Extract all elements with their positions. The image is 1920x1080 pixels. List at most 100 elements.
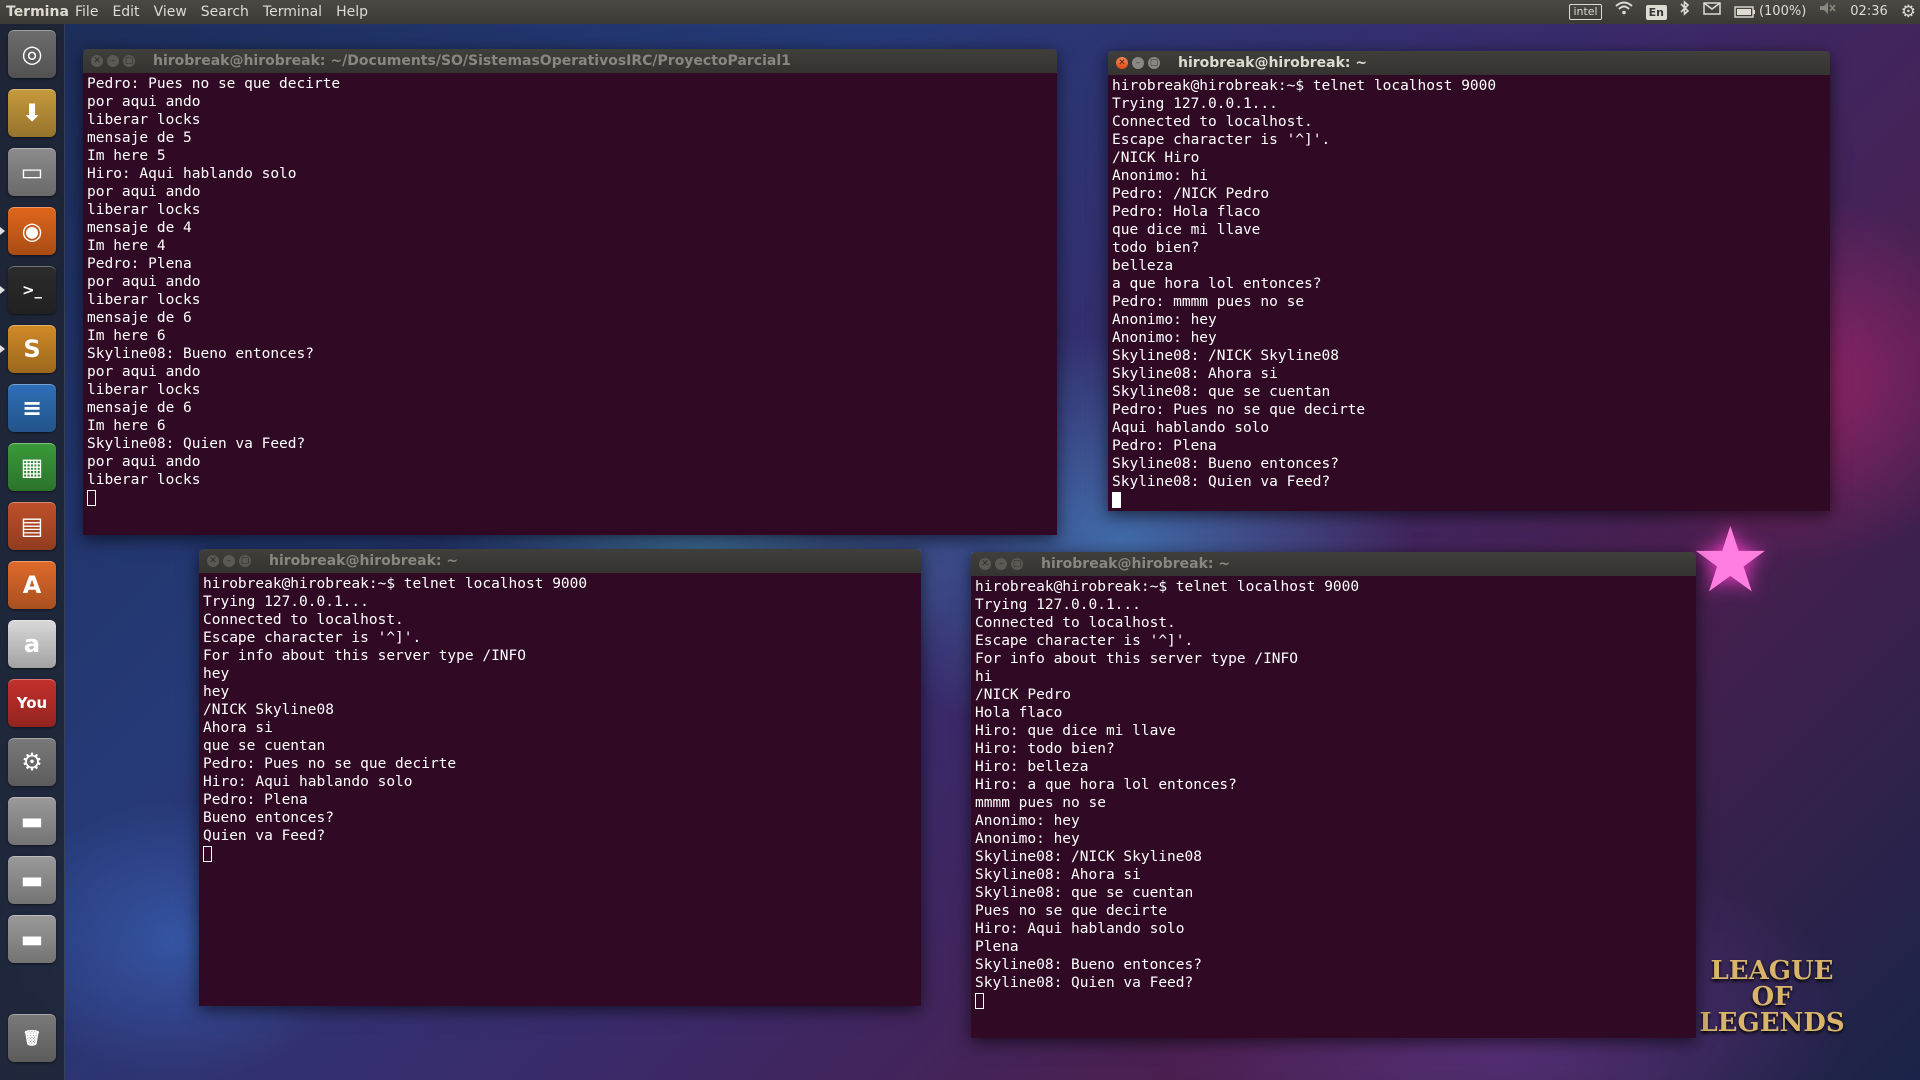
menu-file[interactable]: File — [68, 0, 105, 24]
system-settings-icon[interactable]: ⚙ — [8, 738, 56, 786]
terminal-window-server[interactable]: ✕ – ▢ hirobreak@hirobreak: ~/Documents/S… — [83, 49, 1057, 535]
minimize-icon[interactable]: – — [995, 558, 1007, 570]
maximize-icon[interactable]: ▢ — [1011, 558, 1023, 570]
terminal-icon[interactable]: >_ — [8, 266, 56, 314]
terminal-line: mensaje de 4 — [87, 220, 192, 236]
bluetooth-icon[interactable] — [1680, 0, 1690, 25]
menu-search[interactable]: Search — [194, 0, 256, 24]
terminal-line: por aqui ando — [87, 94, 201, 110]
terminal-line: Aqui hablando solo — [1112, 420, 1270, 436]
files-download-icon[interactable]: ⬇ — [8, 89, 56, 137]
terminal-output[interactable]: hirobreak@hirobreak:~$ telnet localhost … — [1108, 75, 1830, 511]
terminal-line: mensaje de 6 — [87, 400, 192, 416]
terminal-line: hi — [975, 669, 993, 685]
terminal-line: que dice mi llave — [1112, 222, 1261, 238]
terminal-line: Skyline08: Ahora si — [1112, 366, 1278, 382]
terminal-line: Im here 6 — [87, 418, 166, 434]
volume-muted-icon[interactable] — [1819, 0, 1837, 24]
drive-icon-1[interactable]: ▬ — [8, 797, 56, 845]
running-indicator — [0, 286, 5, 294]
terminal-line: belleza — [1112, 258, 1174, 274]
terminal-line: For info about this server type /INFO — [975, 651, 1299, 667]
terminal-line: Anonimo: hey — [975, 831, 1080, 847]
window-titlebar[interactable]: ✕ – ▢ hirobreak@hirobreak: ~/Documents/S… — [83, 49, 1057, 73]
terminal-output[interactable]: hirobreak@hirobreak:~$ telnet localhost … — [199, 573, 921, 1006]
terminal-line: por aqui ando — [87, 364, 201, 380]
terminal-line: Skyline08: /NICK Skyline08 — [1112, 348, 1339, 364]
maximize-icon[interactable]: ▢ — [123, 55, 135, 67]
terminal-window-pedro[interactable]: ✕ – ▢ hirobreak@hirobreak: ~ hirobreak@h… — [971, 552, 1696, 1038]
terminal-output[interactable]: hirobreak@hirobreak:~$ telnet localhost … — [971, 576, 1696, 1038]
maximize-icon[interactable]: ▢ — [239, 555, 251, 567]
drive-icon-3[interactable]: ▬ — [8, 915, 56, 963]
active-app-name: Terminal — [6, 4, 68, 20]
window-titlebar[interactable]: ✕ – ▢ hirobreak@hirobreak: ~ — [199, 549, 921, 573]
wifi-icon[interactable] — [1614, 0, 1633, 24]
terminal-line: Im here 5 — [87, 148, 166, 164]
keyboard-layout-indicator[interactable]: En — [1645, 4, 1667, 20]
trash-icon[interactable]: 🗑 — [8, 1014, 56, 1062]
terminal-line: Anonimo: hey — [1112, 312, 1217, 328]
minimize-icon[interactable]: – — [1132, 57, 1144, 69]
minimize-icon[interactable]: – — [107, 55, 119, 67]
intel-indicator-icon[interactable]: intel — [1569, 4, 1602, 20]
sublime-text-icon[interactable]: S — [8, 325, 56, 373]
menu-terminal[interactable]: Terminal — [256, 0, 329, 24]
youtube-icon[interactable]: You — [8, 679, 56, 727]
minimize-icon[interactable]: – — [223, 555, 235, 567]
drive-icon-2[interactable]: ▬ — [8, 856, 56, 904]
calc-icon[interactable]: ▦ — [8, 443, 56, 491]
terminal-line: /NICK Hiro — [1112, 150, 1200, 166]
close-icon[interactable]: ✕ — [979, 558, 991, 570]
terminal-line: Skyline08: que se cuentan — [975, 885, 1194, 901]
clock[interactable]: 02:36 — [1850, 0, 1887, 24]
terminal-cursor-line — [87, 489, 1057, 507]
terminal-line: Plena — [975, 939, 1019, 955]
terminal-line: Skyline08: Bueno entonces? — [87, 346, 314, 362]
terminal-line: Escape character is '^]'. — [975, 633, 1194, 649]
terminal-line: mensaje de 6 — [87, 310, 192, 326]
battery-indicator[interactable]: (100%) — [1734, 0, 1806, 24]
menu-view[interactable]: View — [147, 0, 194, 24]
terminal-line: Pedro: Pues no se que decirte — [203, 756, 457, 772]
terminal-line: Skyline08: Bueno entonces? — [1112, 456, 1339, 472]
terminal-line: hirobreak@hirobreak:~$ telnet localhost … — [203, 576, 588, 592]
window-titlebar[interactable]: ✕ – ▢ hirobreak@hirobreak: ~ — [1108, 51, 1830, 75]
terminal-line: Pues no se que decirte — [975, 903, 1168, 919]
terminal-line: Skyline08: Quien va Feed? — [87, 436, 306, 452]
close-icon[interactable]: ✕ — [91, 55, 103, 67]
close-icon[interactable]: ✕ — [1116, 57, 1128, 69]
terminal-line: Pedro: Plena — [203, 792, 308, 808]
software-center-icon[interactable]: A — [8, 561, 56, 609]
terminal-window-skyline[interactable]: ✕ – ▢ hirobreak@hirobreak: ~ hirobreak@h… — [199, 549, 921, 1006]
window-titlebar[interactable]: ✕ – ▢ hirobreak@hirobreak: ~ — [971, 552, 1696, 576]
menu-help[interactable]: Help — [329, 0, 375, 24]
wallpaper-star-icon: ★ — [1690, 508, 1771, 613]
firefox-icon[interactable]: ◉ — [8, 207, 56, 255]
amazon-icon[interactable]: a — [8, 620, 56, 668]
menu-edit[interactable]: Edit — [105, 0, 146, 24]
window-title: hirobreak@hirobreak: ~ — [1178, 55, 1368, 71]
terminal-line: Trying 127.0.0.1... — [1112, 96, 1278, 112]
text-cursor — [87, 490, 96, 506]
maximize-icon[interactable]: ▢ — [1148, 57, 1160, 69]
writer-icon[interactable]: ≡ — [8, 384, 56, 432]
launcher: ◎ ⬇ ▭ ◉ >_ S ≡ ▦ ▤ Aa You ⚙ ▬ ▬ ▬ 🗑 — [0, 24, 65, 1080]
terminal-line: Anonimo: hey — [975, 813, 1080, 829]
mail-icon[interactable] — [1703, 0, 1721, 24]
terminal-line: Hiro: Aqui hablando solo — [975, 921, 1185, 937]
file-manager-icon[interactable]: ▭ — [8, 148, 56, 196]
close-icon[interactable]: ✕ — [207, 555, 219, 567]
terminal-line: liberar locks — [87, 382, 201, 398]
terminal-window-hiro[interactable]: ✕ – ▢ hirobreak@hirobreak: ~ hirobreak@h… — [1108, 51, 1830, 511]
terminal-line: por aqui ando — [87, 274, 201, 290]
dash-home-icon[interactable]: ◎ — [8, 30, 56, 78]
impress-icon[interactable]: ▤ — [8, 502, 56, 550]
terminal-line: Hiro: que dice mi llave — [975, 723, 1176, 739]
terminal-line: Anonimo: hey — [1112, 330, 1217, 346]
terminal-line: todo bien? — [1112, 240, 1200, 256]
terminal-line: Anonimo: hi — [1112, 168, 1209, 184]
session-gear-icon[interactable]: ⚙ — [1901, 0, 1916, 24]
battery-icon — [1734, 6, 1755, 18]
terminal-output[interactable]: Pedro: Pues no se que decirte por aqui an… — [83, 73, 1057, 535]
